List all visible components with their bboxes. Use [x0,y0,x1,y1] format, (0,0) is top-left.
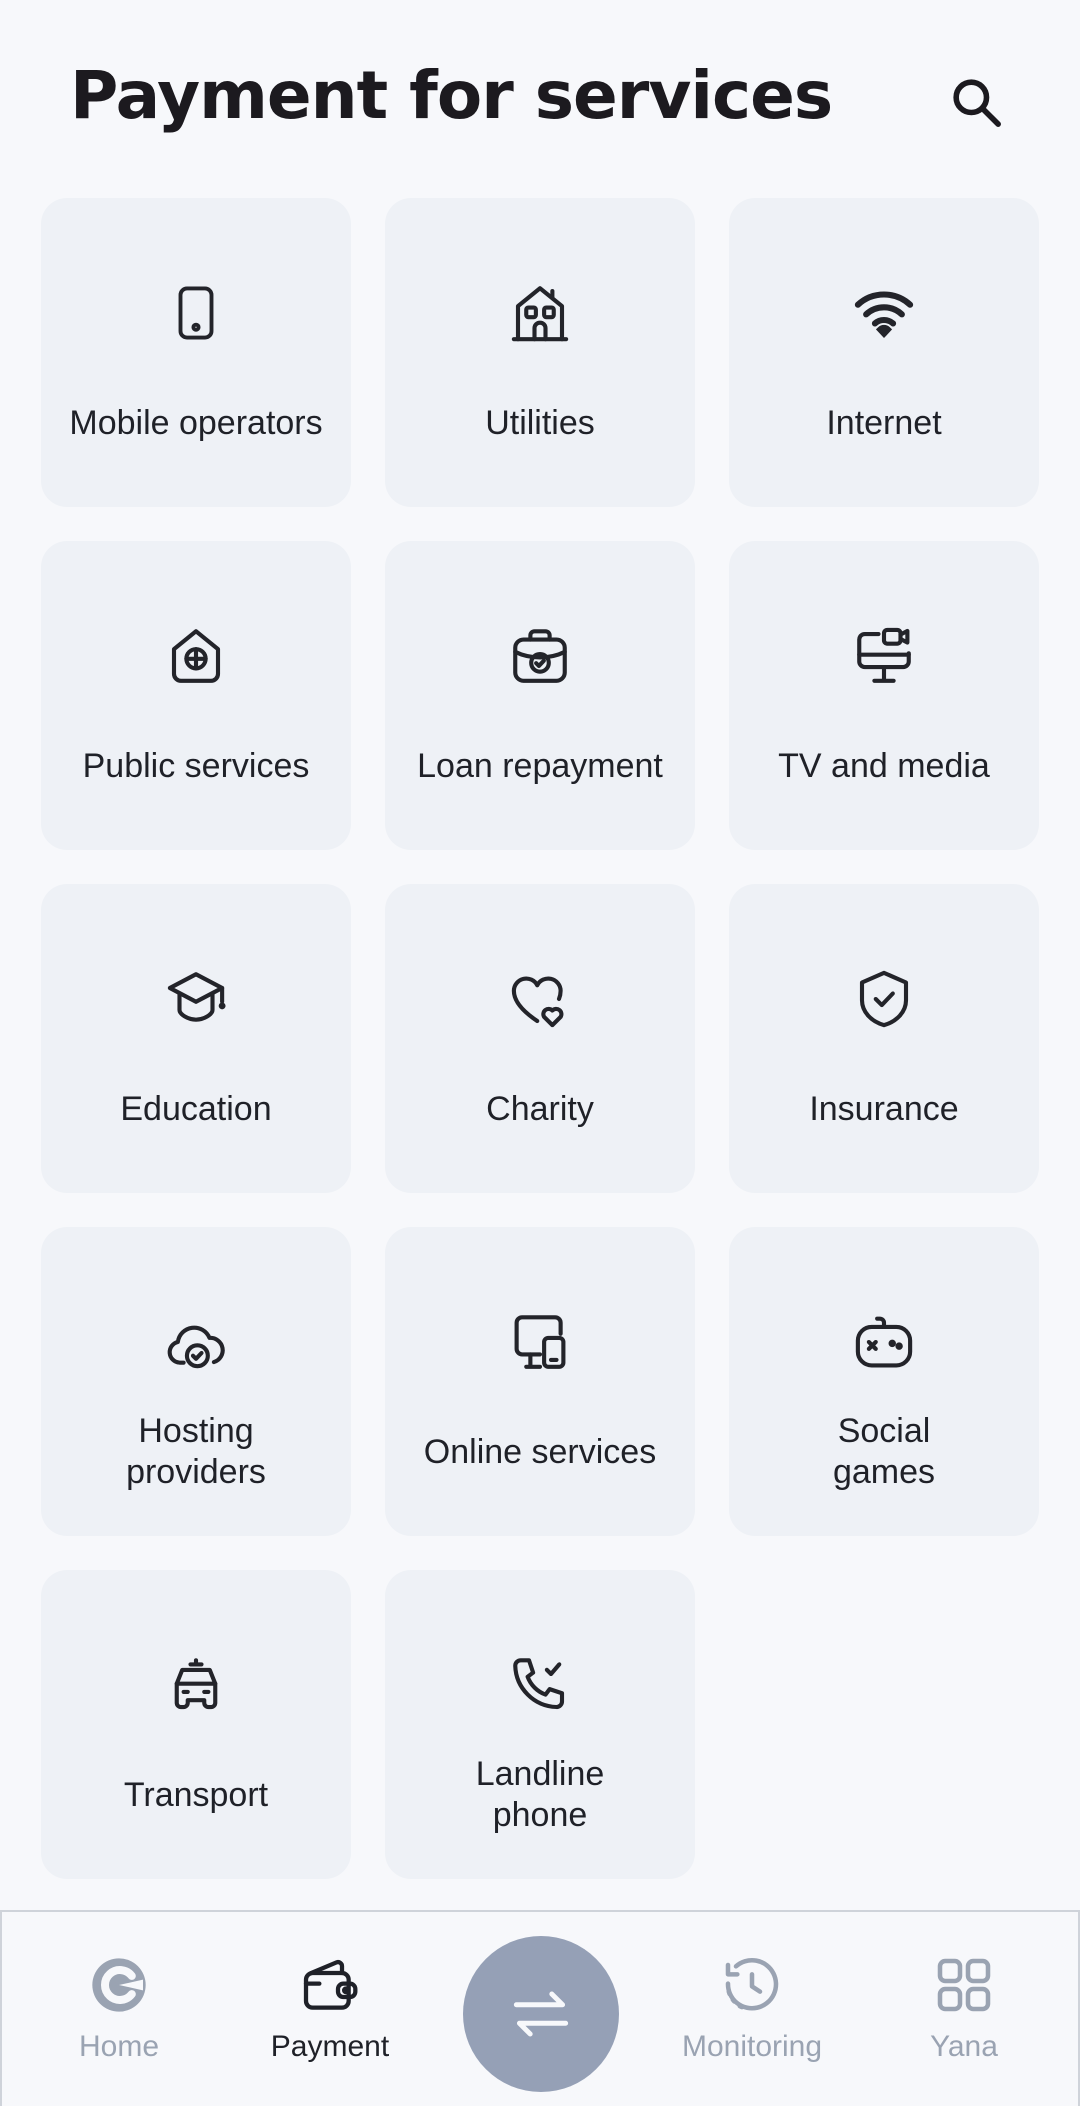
tab-home[interactable]: Home [19,1912,219,2106]
service-tile-charity[interactable]: Charity [385,884,695,1193]
shield-check-icon [849,964,919,1034]
service-label: Landline phone [475,1755,605,1834]
service-label: Education [120,1089,272,1128]
service-label: Insurance [809,1089,959,1128]
service-tile-mobile-operators[interactable]: Mobile operators [41,198,351,507]
wifi-icon [849,278,919,348]
search-icon [953,79,1001,127]
service-tile-transport[interactable]: Transport [41,1570,351,1879]
service-tile-tv-and-media[interactable]: TV and media [729,541,1039,850]
monitor-camera-icon [849,621,919,691]
service-tile-public-services[interactable]: Public services [41,541,351,850]
gamepad-icon [849,1307,919,1377]
smartphone-icon [161,278,231,348]
service-tile-insurance[interactable]: Insurance [729,884,1039,1193]
tab-label: Payment [270,2030,390,2063]
service-label: Internet [826,403,942,442]
car-icon [161,1650,231,1720]
history-clock-icon [717,1950,787,2020]
bottom-tab-bar: Home Payment Monitoring Yana [0,1910,1080,2106]
tab-label: Monitoring [681,2030,823,2063]
services-grid: Mobile operators Utilities Internet Publ… [41,198,1039,1879]
transfer-button[interactable] [463,1936,619,2092]
tab-label: Home [78,2030,160,2063]
briefcase-check-icon [505,621,575,691]
service-tile-utilities[interactable]: Utilities [385,198,695,507]
tab-payment[interactable]: Payment [230,1912,430,2106]
service-label: TV and media [778,746,990,785]
search-button[interactable] [940,66,1012,138]
tab-yana[interactable]: Yana [864,1912,1064,2106]
cloud-check-icon [161,1307,231,1377]
service-tile-social-games[interactable]: Social games [729,1227,1039,1536]
transfer-arrows-icon [513,1991,569,2037]
service-label: Social games [832,1412,936,1491]
page-title: Payment for services [70,57,833,134]
tab-monitoring[interactable]: Monitoring [652,1912,852,2106]
service-tile-internet[interactable]: Internet [729,198,1039,507]
phone-check-icon [505,1650,575,1720]
graduation-cap-icon [161,964,231,1034]
service-label: Charity [486,1089,594,1128]
service-label: Loan repayment [417,746,663,785]
service-tile-loan-repayment[interactable]: Loan repayment [385,541,695,850]
home-logo-icon [84,1950,154,2020]
service-label: Utilities [485,403,595,442]
service-tile-landline-phone[interactable]: Landline phone [385,1570,695,1879]
service-tile-education[interactable]: Education [41,884,351,1193]
service-tile-hosting-providers[interactable]: Hosting providers [41,1227,351,1536]
header: Payment for services [0,0,1080,190]
wallet-icon [295,1950,365,2020]
tab-label: Yana [930,2030,998,2063]
service-label: Transport [123,1775,269,1814]
service-tile-online-services[interactable]: Online services [385,1227,695,1536]
service-label: Mobile operators [69,403,323,442]
service-label: Online services [423,1432,657,1471]
payment-services-screen: Payment for services Mobile operators Ut… [0,0,1080,2106]
service-label: Public services [82,746,310,785]
house-icon [505,278,575,348]
hearts-icon [505,964,575,1034]
devices-icon [505,1307,575,1377]
public-building-icon [161,621,231,691]
service-label: Hosting providers [126,1412,266,1491]
grid-apps-icon [929,1950,999,2020]
